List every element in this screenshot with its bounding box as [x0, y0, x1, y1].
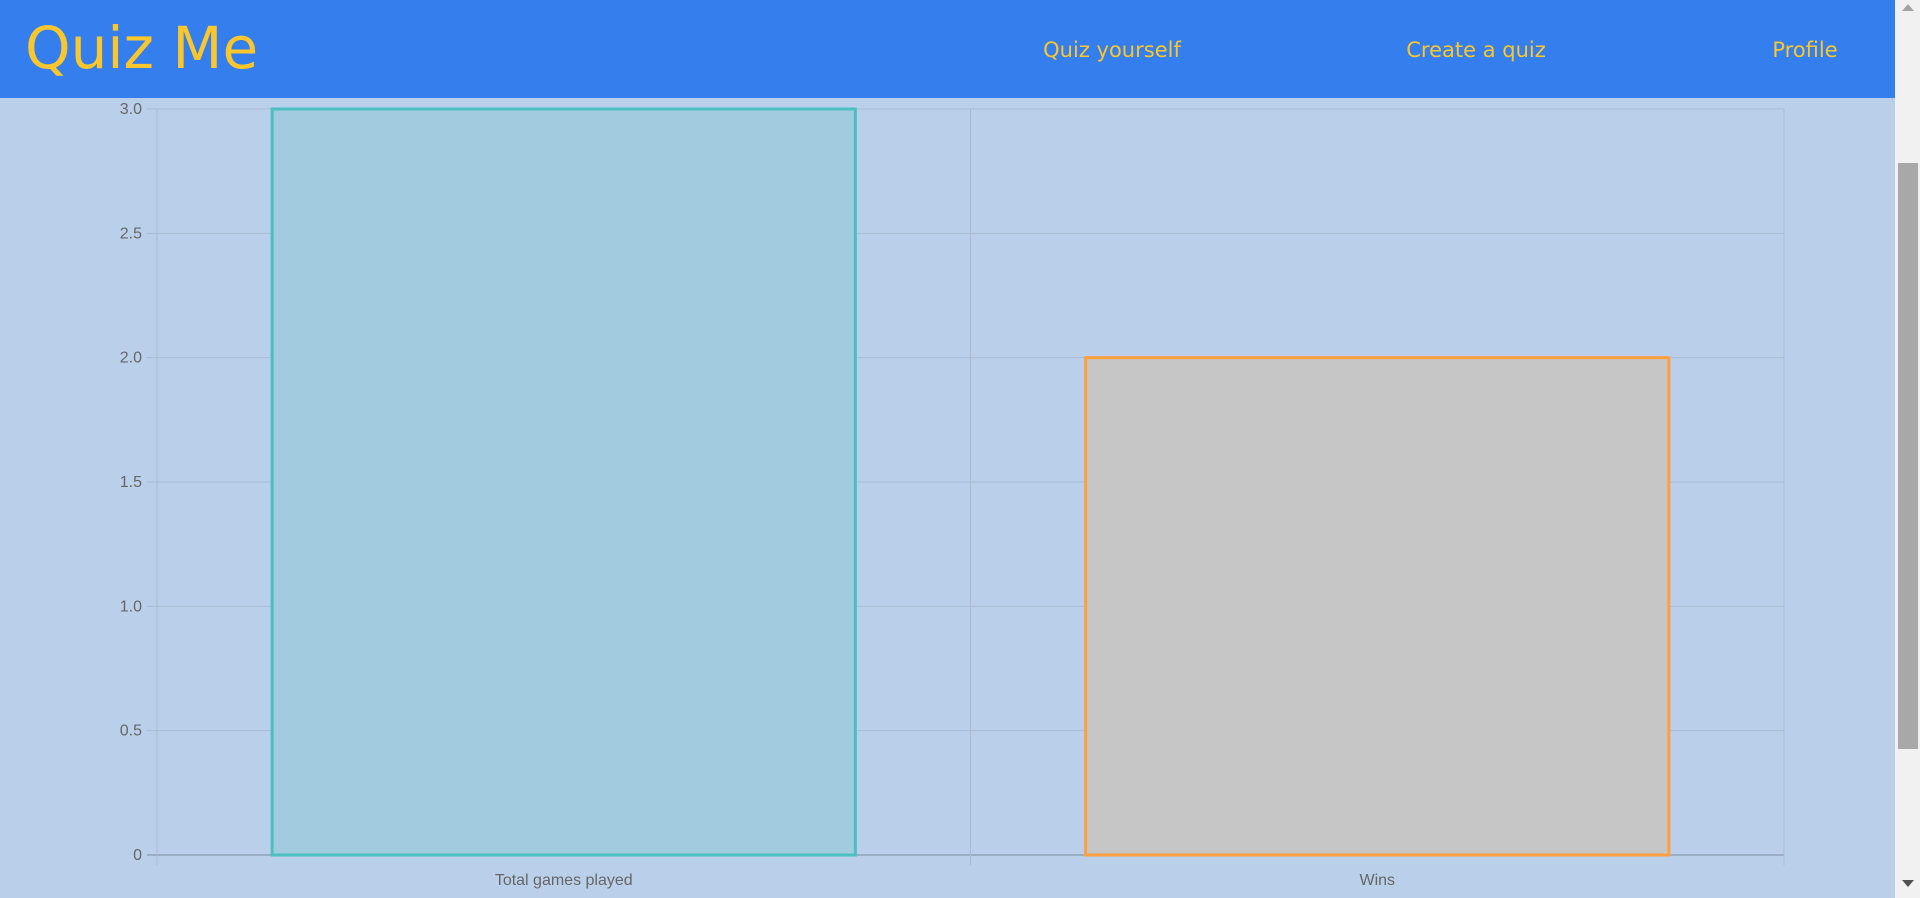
top-nav-bar: Quiz Me Quiz yourself Create a quiz Prof…: [0, 0, 1895, 98]
bar-0: [270, 107, 857, 857]
scrollbar-thumb[interactable]: [1898, 163, 1918, 749]
y-tick-label: 2.5: [120, 225, 142, 242]
stats-bar-chart: 0 0.5 1.0 1.5 2.0 2.5 3.0 Total games played Win…: [120, 101, 1785, 889]
y-tick-label: 1.0: [120, 598, 142, 615]
y-tick-label: 0.5: [120, 723, 142, 740]
scroll-down-arrow-icon[interactable]: [1902, 880, 1914, 887]
nav-profile[interactable]: Profile: [1772, 38, 1837, 62]
nav-create-quiz[interactable]: Create a quiz: [1406, 38, 1546, 62]
x-tick-label: Wins: [1359, 872, 1395, 889]
logo[interactable]: Quiz Me: [25, 14, 258, 82]
y-tick-label: 3.0: [120, 101, 142, 118]
scrollbar[interactable]: [1895, 0, 1920, 898]
nav-quiz-yourself[interactable]: Quiz yourself: [1043, 38, 1181, 62]
y-tick-label: 1.5: [120, 474, 142, 491]
scroll-up-arrow-icon[interactable]: [1902, 4, 1914, 11]
y-tick-label: 2.0: [120, 350, 142, 367]
x-tick-label: Total games played: [495, 872, 633, 889]
bar-1: [1084, 356, 1671, 857]
y-tick-label: 0: [133, 847, 142, 864]
